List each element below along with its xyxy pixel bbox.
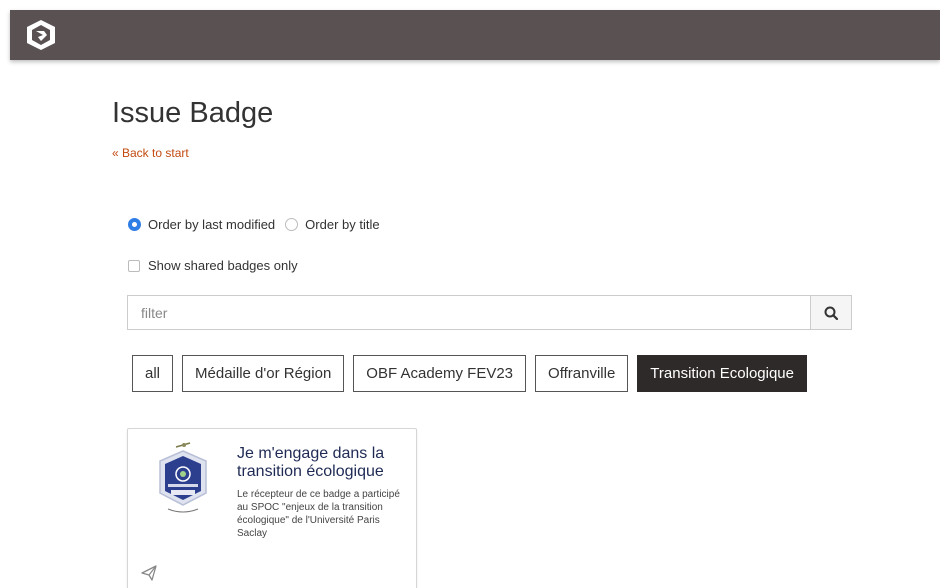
badge-title[interactable]: Je m'engage dans la transition écologiqu… [237,445,407,481]
order-options: Order by last modified Order by title [128,217,390,232]
order-last-modified-label[interactable]: Order by last modified [148,217,275,232]
search-icon [824,306,838,320]
tag-obf-academy-fev23[interactable]: OBF Academy FEV23 [353,355,527,392]
back-to-start-link[interactable]: « Back to start [112,146,189,160]
tag-medaille-or-region[interactable]: Médaille d'or Région [182,355,345,392]
search-button[interactable] [810,296,851,329]
tag-offranville[interactable]: Offranville [535,355,629,392]
badge-description: Le récepteur de ce badge a participé au … [237,489,400,539]
top-navigation-bar [10,10,940,60]
badge-card[interactable]: Je m'engage dans la transition écologiqu… [127,428,417,588]
shared-badges-option: Show shared badges only [128,258,298,273]
shared-badges-checkbox[interactable] [128,259,140,272]
paper-plane-icon[interactable] [141,565,157,581]
app-logo-icon[interactable] [24,18,58,52]
tag-all[interactable]: all [132,355,174,392]
filter-input[interactable] [128,296,810,329]
order-title-radio[interactable] [285,218,299,231]
tag-filter-list: all Médaille d'or Région OBF Academy FEV… [132,355,807,392]
order-last-modified-radio[interactable] [128,218,141,231]
filter-bar [127,295,852,330]
page-title: Issue Badge [112,97,274,129]
badge-image[interactable] [154,441,212,519]
tag-transition-ecologique[interactable]: Transition Ecologique [637,355,807,392]
order-title-label[interactable]: Order by title [305,217,379,232]
shared-badges-label[interactable]: Show shared badges only [148,258,298,273]
